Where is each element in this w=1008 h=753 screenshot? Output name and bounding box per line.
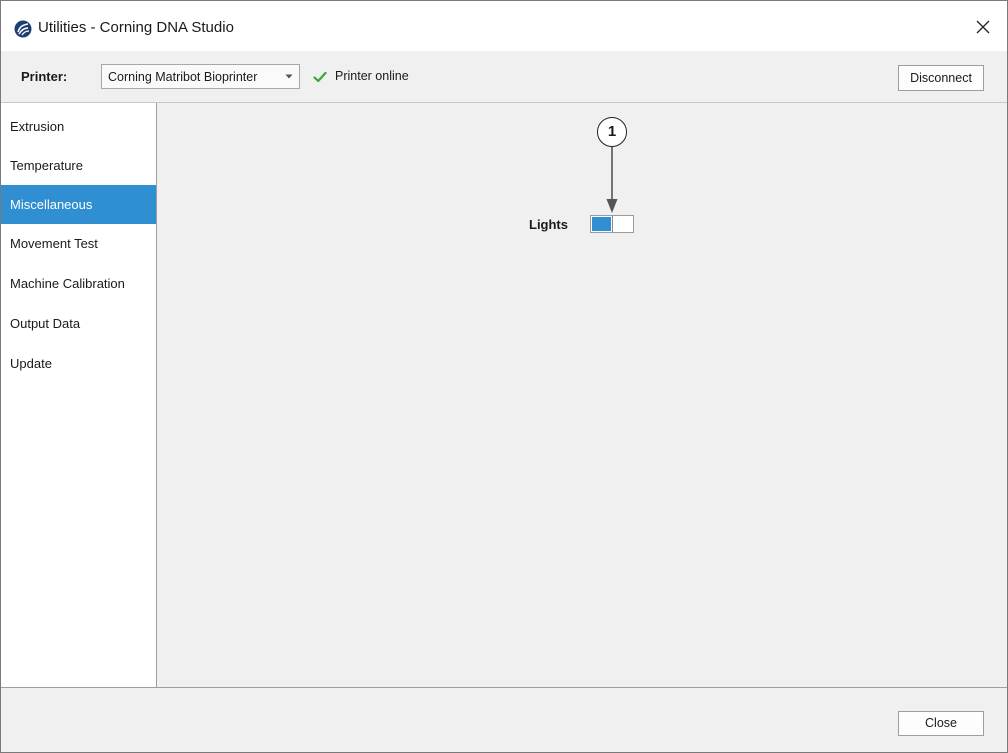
sidebar-item-extrusion[interactable]: Extrusion — [1, 107, 156, 146]
sidebar-item-miscellaneous[interactable]: Miscellaneous — [1, 185, 156, 224]
chevron-down-icon — [285, 74, 293, 79]
miscellaneous-panel: 1 Lights — [157, 103, 1007, 687]
lights-toggle[interactable] — [590, 215, 634, 233]
toggle-divider — [612, 216, 613, 232]
window-title: Utilities - Corning DNA Studio — [38, 19, 234, 36]
sidebar-item-update[interactable]: Update — [1, 344, 156, 383]
sidebar-item-machine-calibration[interactable]: Machine Calibration — [1, 264, 156, 303]
close-button[interactable]: Close — [898, 711, 984, 736]
printer-status-text: Printer online — [335, 69, 409, 83]
corning-logo-icon — [14, 20, 32, 38]
printer-toolbar: Printer: Corning Matribot Bioprinter Pri… — [1, 51, 1007, 103]
toggle-on-fill — [592, 217, 611, 231]
checkmark-icon — [313, 71, 327, 83]
lights-label: Lights — [529, 217, 568, 232]
sidebar-item-temperature[interactable]: Temperature — [1, 146, 156, 185]
callout-arrow-icon — [606, 147, 618, 213]
title-bar: Utilities - Corning DNA Studio — [1, 1, 1007, 51]
sidebar-item-output-data[interactable]: Output Data — [1, 304, 156, 343]
callout-marker: 1 — [597, 117, 627, 147]
sidebar-item-movement-test[interactable]: Movement Test — [1, 224, 156, 263]
printer-label: Printer: — [21, 69, 68, 84]
dialog-footer: Close — [1, 687, 1007, 752]
printer-select[interactable]: Corning Matribot Bioprinter — [101, 64, 300, 89]
utilities-window: Utilities - Corning DNA Studio Printer: … — [0, 0, 1008, 753]
printer-select-value: Corning Matribot Bioprinter — [108, 70, 258, 84]
close-icon[interactable] — [973, 17, 993, 37]
utilities-sidebar: Extrusion Temperature Miscellaneous Move… — [1, 103, 157, 687]
disconnect-button[interactable]: Disconnect — [898, 65, 984, 91]
